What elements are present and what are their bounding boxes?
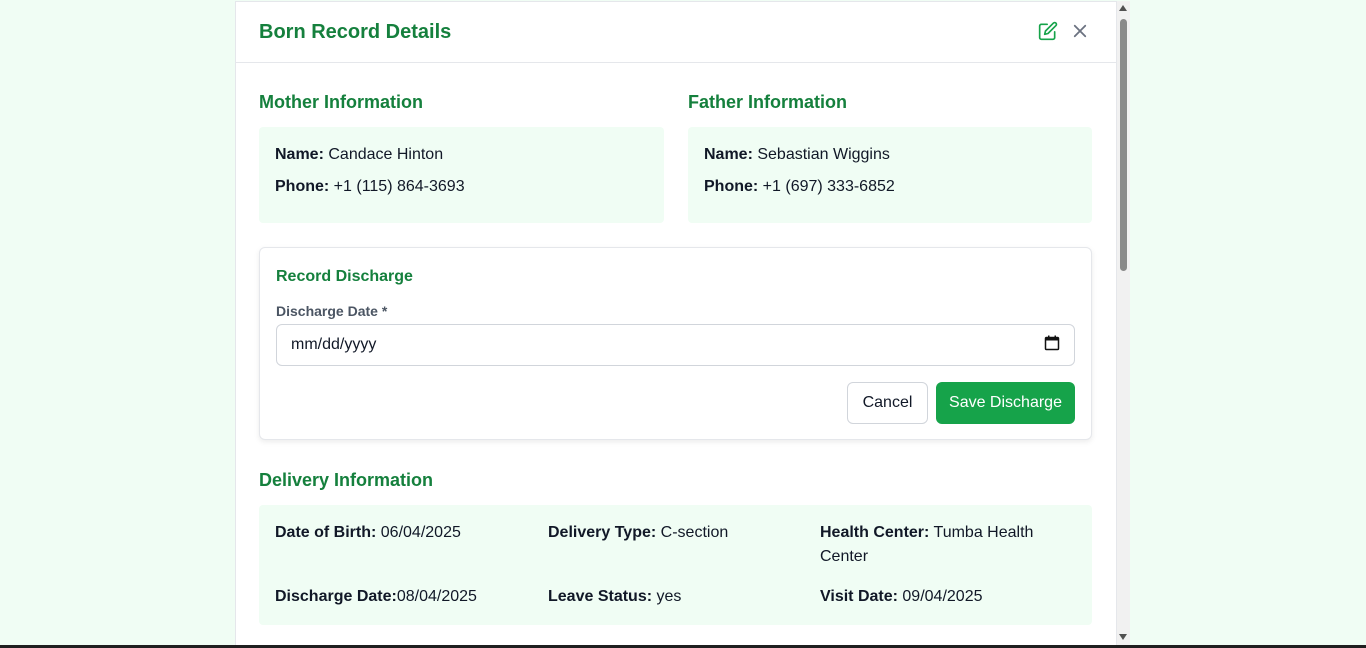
leave-status-value: yes xyxy=(656,588,682,605)
mother-name: Candace Hinton xyxy=(328,146,444,163)
visit-date-label: Visit Date: xyxy=(820,588,898,605)
mother-phone: +1 (115) 864-3693 xyxy=(333,178,465,195)
discharge-date-field: Discharge Date:08/04/2025 xyxy=(275,585,477,609)
father-phone-label: Phone: xyxy=(704,178,759,195)
mother-section-title: Mother Information xyxy=(259,92,423,112)
delivery-type-field: Delivery Type: C-section xyxy=(548,521,728,545)
discharge-date-input[interactable]: mm/dd/yyyy xyxy=(276,324,1075,366)
date-placeholder: mm/dd/yyyy xyxy=(291,336,377,353)
save-discharge-button[interactable]: Save Discharge xyxy=(936,382,1075,424)
health-center-label: Health Center: xyxy=(820,524,930,541)
father-phone: +1 (697) 333-6852 xyxy=(762,178,895,195)
mother-phone-row: Phone: +1 (115) 864-3693 xyxy=(275,178,465,196)
health-center-field: Health Center: Tumba Health Center xyxy=(820,521,1060,569)
mother-name-row: Name: Candace Hinton xyxy=(275,146,443,164)
modal-header: Born Record Details xyxy=(236,2,1116,63)
father-phone-row: Phone: +1 (697) 333-6852 xyxy=(704,178,895,196)
father-info-card: Name: Sebastian Wiggins Phone: +1 (697) … xyxy=(688,127,1092,223)
scroll-up-arrow-icon[interactable] xyxy=(1119,5,1127,11)
born-record-modal: Born Record Details Mother Information N… xyxy=(235,1,1117,648)
delivery-type-label: Delivery Type: xyxy=(548,524,657,541)
dob-value: 06/04/2025 xyxy=(380,524,461,541)
cancel-button[interactable]: Cancel xyxy=(847,382,928,424)
delivery-type-value: C-section xyxy=(660,524,729,541)
visit-date-field: Visit Date: 09/04/2025 xyxy=(820,585,982,609)
delivery-section-title: Delivery Information xyxy=(259,470,434,490)
discharge-date-value: 08/04/2025 xyxy=(396,588,477,605)
leave-status-label: Leave Status: xyxy=(548,588,653,605)
scrollbar[interactable] xyxy=(1117,1,1130,648)
dob-label: Date of Birth: xyxy=(275,524,377,541)
scroll-down-arrow-icon[interactable] xyxy=(1119,634,1127,640)
discharge-title: Record Discharge xyxy=(276,268,413,285)
calendar-icon[interactable] xyxy=(1044,335,1060,356)
mother-phone-label: Phone: xyxy=(275,178,330,195)
leave-status-field: Leave Status: yes xyxy=(548,585,681,609)
modal-title: Born Record Details xyxy=(259,21,452,43)
visit-date-value: 09/04/2025 xyxy=(902,588,983,605)
mother-info-card: Name: Candace Hinton Phone: +1 (115) 864… xyxy=(259,127,664,223)
delivery-info-card: Date of Birth: 06/04/2025 Delivery Type:… xyxy=(259,505,1092,625)
father-section-title: Father Information xyxy=(688,92,848,112)
close-icon[interactable] xyxy=(1070,21,1090,41)
dob-field: Date of Birth: 06/04/2025 xyxy=(275,521,461,545)
header-actions xyxy=(1038,21,1090,41)
discharge-date-field-label: Discharge Date: xyxy=(275,588,397,605)
father-name: Sebastian Wiggins xyxy=(757,146,890,163)
record-discharge-card: Record Discharge Discharge Date * mm/dd/… xyxy=(259,247,1092,440)
mother-name-label: Name: xyxy=(275,146,324,163)
father-name-row: Name: Sebastian Wiggins xyxy=(704,146,890,164)
edit-icon[interactable] xyxy=(1038,21,1058,41)
discharge-date-label: Discharge Date * xyxy=(276,303,388,319)
scrollbar-thumb[interactable] xyxy=(1120,19,1127,271)
father-name-label: Name: xyxy=(704,146,753,163)
